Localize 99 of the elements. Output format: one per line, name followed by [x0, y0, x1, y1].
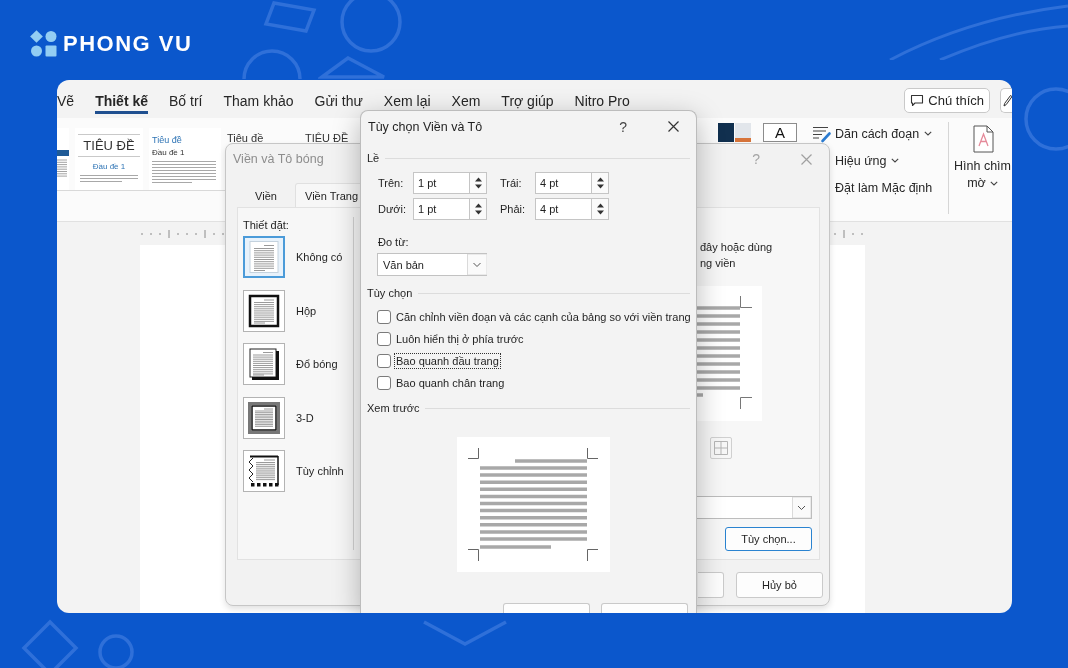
- spinner-arrows-icon: [595, 202, 605, 216]
- chevron-icon: [989, 181, 998, 187]
- setting-label[interactable]: Đổ bóng: [296, 358, 338, 370]
- setting-label[interactable]: Không có: [296, 251, 343, 263]
- section-heading: Xem trước: [367, 401, 420, 415]
- page-box-border-icon: [247, 293, 281, 328]
- ribbon-tab[interactable]: Trợ giúp: [501, 90, 554, 114]
- watermark-button[interactable]: Hình chìm mờ: [953, 125, 1012, 192]
- thumbnail-heading: Đầu đề 1: [152, 148, 185, 158]
- heading-bar-drawing: [57, 150, 69, 177]
- page-lines-icon: [247, 240, 281, 274]
- document-watermark-icon: [970, 125, 995, 153]
- style-thumbnail[interactable]: [57, 128, 69, 190]
- options-button[interactable]: Tùy chọn...: [725, 527, 812, 551]
- ribbon-tab[interactable]: Gửi thư: [314, 90, 363, 114]
- thumbnail-title: TIÊU ĐỀ: [78, 134, 140, 157]
- setting-tile[interactable]: [243, 343, 285, 385]
- checkbox-label[interactable]: Luôn hiển thị ở phía trước: [394, 331, 526, 347]
- field-label: Trên:: [378, 177, 405, 189]
- field-label: Phải:: [500, 203, 527, 215]
- outline-square-drawing: [262, 0, 318, 34]
- ribbon-tab[interactable]: Xem lại: [383, 90, 431, 114]
- text-lines-drawing: [152, 160, 218, 184]
- dialog-title: Viền và Tô bóng: [233, 152, 324, 166]
- field-label: Dưới:: [378, 203, 408, 215]
- close-icon[interactable]: [668, 121, 679, 132]
- thumbnail-title: Tiêu đề: [152, 135, 182, 146]
- measure-dropdown[interactable]: Văn bản: [377, 253, 487, 276]
- cancel-button[interactable]: Hủy bỏ: [736, 572, 823, 598]
- chevron-icon: [924, 131, 933, 136]
- section-heading: Tùy chọn: [367, 286, 413, 300]
- ribbon-tab[interactable]: Nitro Pro: [574, 90, 630, 114]
- number-field[interactable]: 4 pt: [535, 198, 592, 220]
- checkbox[interactable]: [377, 332, 391, 346]
- spin-button[interactable]: [592, 172, 609, 194]
- format-command[interactable]: Hiệu ứng: [835, 147, 900, 174]
- spin-button[interactable]: [470, 198, 487, 220]
- ruler-drawing: [832, 229, 865, 238]
- ribbon-tab[interactable]: Vẽ: [57, 90, 75, 114]
- checkbox[interactable]: [377, 354, 391, 368]
- fonts-button[interactable]: A: [763, 123, 797, 142]
- description-text: đây hoặc dùng: [699, 240, 773, 255]
- setting-label[interactable]: Tùy chỉnh: [296, 465, 344, 477]
- ribbon-tab[interactable]: Xem: [451, 90, 481, 114]
- style-thumbnail[interactable]: Tiêu đề Đầu đề 1: [149, 128, 221, 190]
- number-field[interactable]: 1 pt: [413, 172, 470, 194]
- outline-triangle-drawing: [318, 56, 388, 79]
- chevron-icon: [891, 158, 900, 163]
- ribbon-tab[interactable]: Tham khảo: [223, 90, 294, 114]
- text-lines-drawing: [78, 174, 140, 184]
- checkbox[interactable]: [377, 376, 391, 390]
- color-swatch-icon[interactable]: [718, 123, 751, 142]
- checkbox[interactable]: [377, 310, 391, 324]
- help-button[interactable]: ?: [619, 118, 627, 135]
- page-shadow-border-icon: [247, 347, 281, 381]
- lines-brush-icon: [812, 124, 832, 143]
- format-command[interactable]: Đặt làm Mặc định: [835, 174, 933, 201]
- draw-button[interactable]: [1000, 88, 1012, 113]
- section-heading: Lề: [367, 151, 380, 165]
- settings-label: Thiết đặt:: [243, 218, 290, 232]
- spin-button[interactable]: [592, 198, 609, 220]
- setting-tile[interactable]: [243, 289, 285, 332]
- pen-icon: [1003, 94, 1012, 107]
- description-text: ng viền: [699, 256, 736, 271]
- comments-button[interactable]: Chú thích: [904, 88, 990, 113]
- field-label: Đo từ:: [377, 235, 409, 250]
- thumbnail-heading: Đầu đề 1: [92, 162, 126, 172]
- checkbox-label[interactable]: Bao quanh đầu trang: [394, 353, 501, 369]
- spinner-arrows-icon: [473, 176, 483, 190]
- brand-name: PHONG VU: [63, 30, 193, 58]
- field-label: Trái:: [500, 177, 523, 189]
- page-zigzag-border-icon: [247, 454, 281, 488]
- number-field[interactable]: 4 pt: [535, 172, 592, 194]
- setting-label[interactable]: Hộp: [296, 304, 317, 317]
- comment-icon: [910, 94, 925, 107]
- style-thumbnail[interactable]: TIÊU ĐỀ Đầu đề 1: [75, 128, 143, 190]
- ribbon-tab[interactable]: Bố trí: [169, 90, 203, 114]
- setting-label[interactable]: 3-D: [296, 411, 314, 424]
- outline-square-drawing: [20, 618, 80, 668]
- setting-tile[interactable]: [243, 396, 285, 439]
- dialog-title: Tùy chọn Viền và Tô: [368, 119, 483, 134]
- chevron-icon: [792, 497, 811, 518]
- logo-icon: [30, 30, 58, 58]
- setting-tile[interactable]: [243, 450, 285, 492]
- format-command[interactable]: Dãn cách đoạn: [812, 120, 933, 147]
- spinner-arrows-icon: [595, 176, 605, 190]
- number-field[interactable]: 1 pt: [413, 198, 470, 220]
- grid-icon: [714, 441, 728, 455]
- dialog-tab[interactable]: Viền: [237, 183, 295, 207]
- checkbox-label[interactable]: Căn chỉnh viền đoạn và các cạnh của bảng so với viền trang: [394, 309, 693, 325]
- page-double-border-icon: [247, 400, 281, 435]
- setting-tile[interactable]: [243, 236, 285, 278]
- checkbox-label[interactable]: Bao quanh chân trang: [394, 375, 507, 391]
- spinner-arrows-icon: [473, 202, 483, 216]
- chevron-icon: [467, 254, 487, 275]
- ribbon-tab[interactable]: Thiết kế: [95, 90, 149, 114]
- spin-button[interactable]: [470, 172, 487, 194]
- thumbnail-title[interactable]: TIÊU ĐỀ: [305, 132, 349, 144]
- thumbnail-title[interactable]: Tiêu đề: [227, 132, 264, 144]
